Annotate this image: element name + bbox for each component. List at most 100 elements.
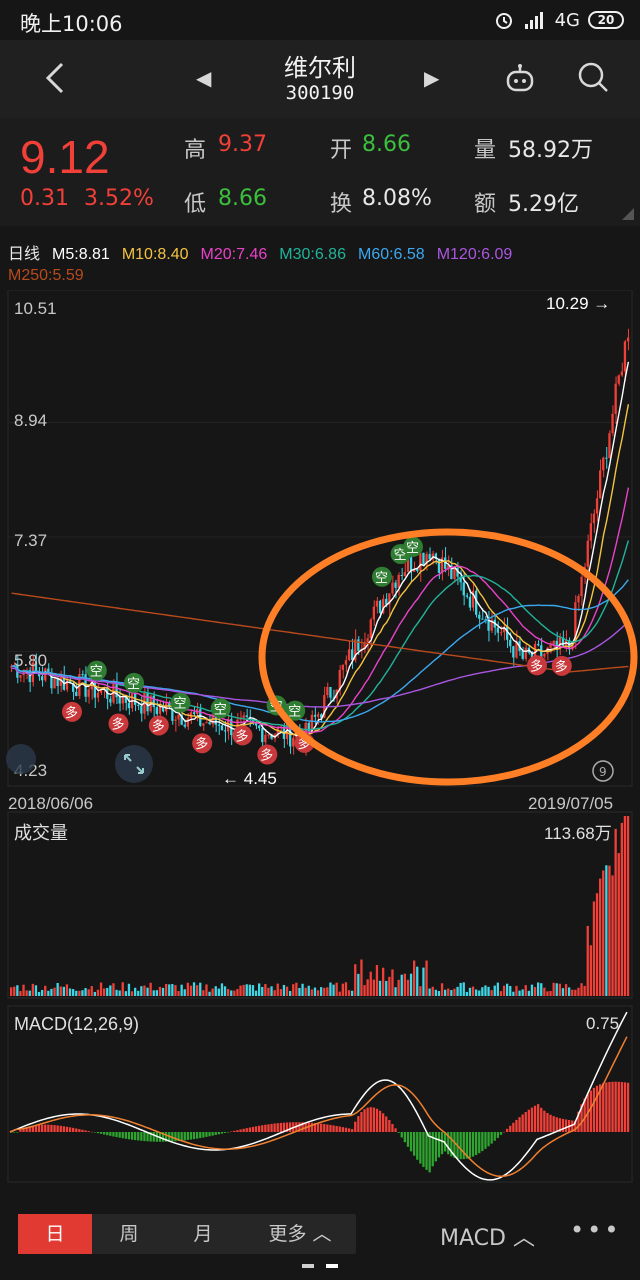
candle-body bbox=[403, 572, 406, 576]
volume-bar bbox=[329, 982, 332, 996]
indicator-selector[interactable]: MACD ︿ bbox=[440, 1220, 535, 1252]
volume-bar bbox=[186, 982, 189, 996]
macd-bar bbox=[270, 1123, 273, 1132]
status-icons: 4G 20 bbox=[493, 8, 624, 32]
macd-bar bbox=[115, 1132, 118, 1138]
network-type: 4G bbox=[554, 9, 580, 31]
expand-corner-icon[interactable] bbox=[622, 208, 634, 220]
more-menu-button[interactable]: ••• bbox=[570, 1216, 621, 1244]
price-change-percent: 3.52% bbox=[84, 186, 154, 211]
macd-bar bbox=[202, 1132, 205, 1138]
prev-stock-button[interactable]: ◀ bbox=[196, 66, 211, 90]
macd-bar bbox=[546, 1112, 549, 1132]
macd-bar bbox=[344, 1127, 348, 1132]
volume-bar bbox=[143, 985, 146, 996]
nine-turn-icon[interactable]: 9 bbox=[592, 760, 614, 782]
macd-bar bbox=[512, 1122, 515, 1132]
search-icon[interactable] bbox=[576, 60, 610, 94]
volume-bar bbox=[230, 990, 233, 996]
macd-bar bbox=[199, 1132, 202, 1139]
candle-body bbox=[121, 696, 124, 704]
volume-bar bbox=[78, 990, 81, 996]
status-time: 晚上10:06 bbox=[20, 12, 123, 36]
volume-bar bbox=[552, 982, 555, 996]
candle-body bbox=[369, 619, 372, 639]
candle-body bbox=[75, 691, 78, 696]
macd-bar bbox=[478, 1132, 481, 1154]
candle-body bbox=[351, 649, 354, 661]
macd-bar bbox=[75, 1128, 78, 1132]
history-button[interactable] bbox=[6, 744, 36, 774]
candle-body bbox=[465, 595, 468, 597]
candle-body bbox=[341, 664, 344, 670]
volume-bar bbox=[465, 991, 468, 996]
volume-bar bbox=[115, 989, 118, 996]
tab-day[interactable]: 日 bbox=[18, 1214, 92, 1254]
robot-icon[interactable] bbox=[504, 62, 536, 94]
volume-title: 成交量 bbox=[14, 823, 68, 843]
volume-bar bbox=[428, 988, 431, 996]
macd-bar bbox=[152, 1132, 155, 1142]
tab-week[interactable]: 周 bbox=[92, 1214, 166, 1254]
macd-bar bbox=[196, 1132, 199, 1139]
volume-bar bbox=[468, 987, 472, 996]
macd-bar bbox=[332, 1125, 335, 1132]
volume-bar bbox=[623, 816, 627, 996]
volume-bar bbox=[484, 985, 487, 996]
volume-bar bbox=[267, 987, 270, 996]
macd-bar bbox=[354, 1121, 357, 1132]
macd-bar bbox=[347, 1128, 351, 1132]
volume-bar bbox=[19, 991, 22, 996]
buy-signal-label: 多 bbox=[236, 728, 249, 744]
tab-month[interactable]: 月 bbox=[166, 1214, 240, 1254]
volume-bar bbox=[211, 988, 214, 996]
candle-body bbox=[626, 337, 630, 342]
volume-bar bbox=[124, 991, 127, 996]
macd-bar bbox=[425, 1132, 428, 1170]
macd-bar bbox=[37, 1124, 41, 1132]
next-stock-button[interactable]: ▶ bbox=[424, 66, 439, 90]
price-grid bbox=[8, 422, 632, 652]
candle-body bbox=[338, 669, 341, 690]
volume-bar bbox=[121, 982, 124, 996]
back-button[interactable] bbox=[36, 58, 76, 98]
macd-bar bbox=[481, 1132, 484, 1152]
candle-body bbox=[344, 660, 348, 665]
start-date: 2018/06/06 bbox=[8, 794, 94, 813]
macd-bar bbox=[617, 1081, 620, 1132]
macd-bar bbox=[211, 1132, 214, 1136]
candle-body bbox=[422, 552, 425, 565]
volume-bar bbox=[285, 986, 289, 996]
volume-bar bbox=[462, 982, 465, 996]
candle-body bbox=[137, 704, 140, 706]
open-label: 开 bbox=[330, 138, 353, 163]
volume-bar bbox=[419, 986, 422, 996]
macd-bar bbox=[620, 1082, 623, 1132]
volume-bar bbox=[310, 989, 313, 996]
macd-bar bbox=[496, 1132, 499, 1138]
candle-body bbox=[428, 554, 431, 560]
alarm-icon bbox=[495, 13, 512, 29]
candle-body bbox=[220, 725, 224, 731]
volume-bar bbox=[335, 982, 338, 996]
volume-bar bbox=[385, 980, 388, 996]
candle-body bbox=[375, 600, 379, 607]
volume-bar bbox=[589, 945, 592, 996]
kline-chart[interactable]: 多多 多多多多多多 多空空空空空空空空空 bbox=[0, 290, 640, 1190]
period-tabs: 日 周 月 更多 ︿ bbox=[18, 1214, 356, 1254]
volume-bar bbox=[168, 984, 171, 996]
price-chart-frame bbox=[7, 290, 633, 787]
volume-bar bbox=[28, 990, 31, 996]
ma30-label: M30:6.86 bbox=[279, 246, 346, 263]
macd-bar bbox=[53, 1125, 56, 1132]
macd-bar bbox=[487, 1132, 490, 1147]
ma120-label: M120:6.09 bbox=[436, 246, 513, 263]
volume-bar bbox=[292, 984, 295, 996]
volume-bar bbox=[47, 990, 50, 996]
fullscreen-icon[interactable] bbox=[114, 744, 154, 784]
macd-bar bbox=[267, 1124, 270, 1132]
candle-body bbox=[509, 639, 512, 647]
macd-bar bbox=[369, 1107, 372, 1132]
tab-more[interactable]: 更多 ︿ bbox=[244, 1214, 356, 1254]
candle-body bbox=[481, 618, 484, 620]
